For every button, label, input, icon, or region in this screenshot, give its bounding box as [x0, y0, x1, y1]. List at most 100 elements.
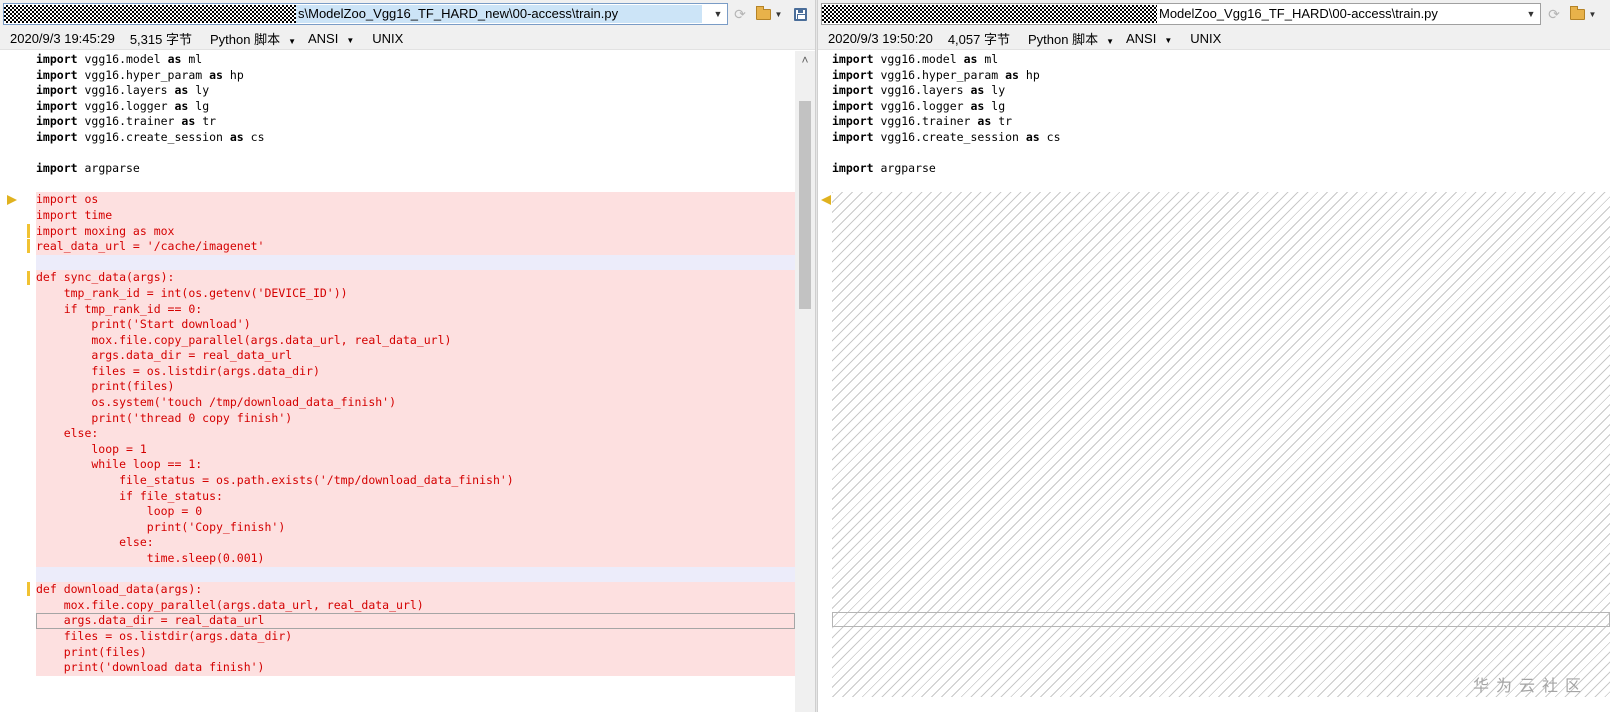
code-line[interactable]: mox.file.copy_parallel(args.data_url, re… — [36, 332, 795, 349]
right-encoding-label: ANSI — [1126, 31, 1157, 46]
code-line[interactable]: real_data_url = '/cache/imagenet' — [36, 239, 795, 255]
code-line[interactable]: loop = 0 — [36, 504, 795, 520]
code-line[interactable]: print('thread 0 copy finish') — [36, 410, 795, 427]
code-line[interactable]: if tmp_rank_id == 0: — [36, 301, 795, 318]
right-path-text[interactable]: ModelZoo_Vgg16_TF_HARD\00-access\train.p… — [1157, 5, 1440, 23]
code-line[interactable]: else: — [36, 535, 795, 551]
right-file-datetime: 2020/9/3 19:50:20 — [828, 31, 933, 46]
code-line[interactable]: import vgg16.hyper_param as hp — [832, 68, 1610, 84]
right-path-combobox[interactable]: ModelZoo_Vgg16_TF_HARD\00-access\train.p… — [821, 3, 1541, 25]
left-file-size: 5,315 字节 — [129, 32, 192, 47]
code-line[interactable] — [36, 254, 795, 271]
redacted-path-segment — [4, 5, 296, 23]
right-code-editor[interactable]: import vgg16.model as ml import vgg16.hyp… — [818, 51, 1610, 712]
code-line[interactable]: file_status = os.path.exists('/tmp/downl… — [36, 473, 795, 489]
left-file-pane: s\ModelZoo_Vgg16_TF_HARD_new\00-access\t… — [0, 0, 815, 712]
code-line[interactable]: import vgg16.model as ml — [832, 52, 1610, 68]
save-icon[interactable] — [790, 4, 810, 24]
code-line[interactable]: import vgg16.logger as lg — [36, 99, 795, 115]
right-code-lines[interactable]: import vgg16.model as ml import vgg16.hyp… — [832, 52, 1610, 177]
code-line[interactable] — [832, 146, 1610, 162]
code-line[interactable]: import time — [36, 207, 795, 224]
code-line[interactable] — [36, 146, 795, 162]
right-language-selector[interactable]: Python 脚本 ▼ — [1028, 29, 1114, 48]
right-file-size: 4,057 字节 — [947, 32, 1010, 47]
code-line[interactable]: import vgg16.logger as lg — [832, 99, 1610, 115]
code-line[interactable]: print('Copy_finish') — [36, 519, 795, 536]
chevron-down-icon[interactable]: ▼ — [288, 37, 296, 46]
code-line[interactable]: print('Start download') — [36, 317, 795, 333]
left-path-text[interactable]: s\ModelZoo_Vgg16_TF_HARD_new\00-access\t… — [296, 5, 702, 23]
right-path-bar: ModelZoo_Vgg16_TF_HARD\00-access\train.p… — [818, 0, 1610, 28]
refresh-icon[interactable]: ⟳ — [1544, 4, 1564, 24]
change-marker — [27, 224, 30, 238]
code-line[interactable]: import moxing as mox — [36, 223, 795, 240]
left-language-selector[interactable]: Python 脚本 ▼ — [210, 29, 296, 48]
code-line[interactable]: mox.file.copy_parallel(args.data_url, re… — [36, 597, 795, 614]
scroll-up-icon[interactable]: ˄ — [795, 53, 815, 69]
code-line[interactable]: tmp_rank_id = int(os.getenv('DEVICE_ID')… — [36, 285, 795, 302]
left-encoding-selector[interactable]: ANSI ▼ — [308, 31, 354, 46]
chevron-down-icon[interactable]: ▼ — [775, 10, 783, 19]
open-folder-icon[interactable]: ▼ — [1566, 4, 1600, 24]
code-line[interactable]: def sync_data(args): — [36, 270, 795, 286]
change-marker — [27, 271, 30, 285]
code-line[interactable]: import vgg16.trainer as tr — [36, 114, 795, 130]
code-line[interactable]: import vgg16.layers as ly — [832, 83, 1610, 99]
left-path-combobox[interactable]: s\ModelZoo_Vgg16_TF_HARD_new\00-access\t… — [3, 3, 728, 25]
caret-line-indicator — [832, 612, 1610, 627]
left-code-lines[interactable]: import vgg16.model as ml import vgg16.hyp… — [36, 52, 795, 676]
change-marker — [27, 582, 30, 596]
chevron-down-icon[interactable]: ▼ — [1164, 36, 1172, 45]
code-line[interactable]: args.data_dir = real_data_url — [36, 348, 795, 364]
open-folder-icon[interactable]: ▼ — [752, 4, 786, 24]
left-eol-label: UNIX — [372, 31, 404, 46]
code-line[interactable]: print(files) — [36, 644, 795, 661]
left-info-bar: 2020/9/3 19:45:29 5,315 字节 Python 脚本 ▼ AN… — [0, 28, 815, 50]
change-marker — [27, 239, 30, 253]
code-line[interactable]: loop = 1 — [36, 441, 795, 458]
redacted-path-segment — [822, 5, 1157, 23]
code-line[interactable]: import vgg16.trainer as tr — [832, 114, 1610, 130]
code-line[interactable] — [36, 177, 795, 193]
arrow-right-icon[interactable] — [7, 195, 17, 205]
chevron-down-icon[interactable]: ▼ — [346, 36, 354, 45]
code-line[interactable]: print('download data finish') — [36, 660, 795, 676]
watermark: 华为云社区 — [1472, 678, 1588, 695]
chevron-down-icon[interactable]: ▼ — [709, 4, 727, 24]
chevron-down-icon[interactable]: ▼ — [1106, 37, 1114, 46]
code-line[interactable]: os.system('touch /tmp/download_data_fini… — [36, 395, 795, 411]
code-line[interactable]: import vgg16.model as ml — [36, 52, 795, 68]
left-vertical-scrollbar[interactable]: ˄ — [795, 51, 815, 712]
code-line[interactable]: import vgg16.create_session as cs — [832, 130, 1610, 146]
right-language-label: Python 脚本 — [1027, 32, 1099, 47]
arrow-left-icon[interactable] — [821, 195, 831, 205]
refresh-icon[interactable]: ⟳ — [730, 4, 750, 24]
left-gutter — [0, 51, 36, 712]
code-line[interactable]: import argparse — [832, 161, 1610, 177]
code-line[interactable]: import os — [36, 192, 795, 208]
code-line[interactable]: while loop == 1: — [36, 457, 795, 474]
code-line[interactable]: files = os.listdir(args.data_dir) — [36, 363, 795, 380]
left-code-editor[interactable]: import vgg16.model as ml import vgg16.hyp… — [0, 51, 795, 712]
left-encoding-label: ANSI — [308, 31, 339, 46]
code-line[interactable]: import vgg16.layers as ly — [36, 83, 795, 99]
chevron-down-icon[interactable]: ▼ — [1589, 10, 1597, 19]
code-line[interactable]: import vgg16.hyper_param as hp — [36, 68, 795, 84]
right-file-pane: ModelZoo_Vgg16_TF_HARD\00-access\train.p… — [818, 0, 1610, 712]
code-line[interactable]: args.data_dir = real_data_url — [36, 613, 795, 629]
code-line[interactable]: files = os.listdir(args.data_dir) — [36, 628, 795, 645]
code-line[interactable]: import argparse — [36, 161, 795, 177]
left-file-datetime: 2020/9/3 19:45:29 — [10, 31, 115, 46]
code-line[interactable] — [36, 566, 795, 583]
scroll-thumb[interactable] — [799, 101, 811, 309]
code-line[interactable]: else: — [36, 426, 795, 442]
code-line[interactable]: if file_status: — [36, 488, 795, 505]
code-line[interactable]: import vgg16.create_session as cs — [36, 130, 795, 146]
chevron-down-icon[interactable]: ▼ — [1522, 4, 1540, 24]
code-line[interactable]: print(files) — [36, 379, 795, 396]
right-encoding-selector[interactable]: ANSI ▼ — [1126, 31, 1172, 46]
code-line[interactable]: def download_data(args): — [36, 582, 795, 598]
code-line[interactable]: time.sleep(0.001) — [36, 551, 795, 567]
left-path-bar: s\ModelZoo_Vgg16_TF_HARD_new\00-access\t… — [0, 0, 815, 28]
